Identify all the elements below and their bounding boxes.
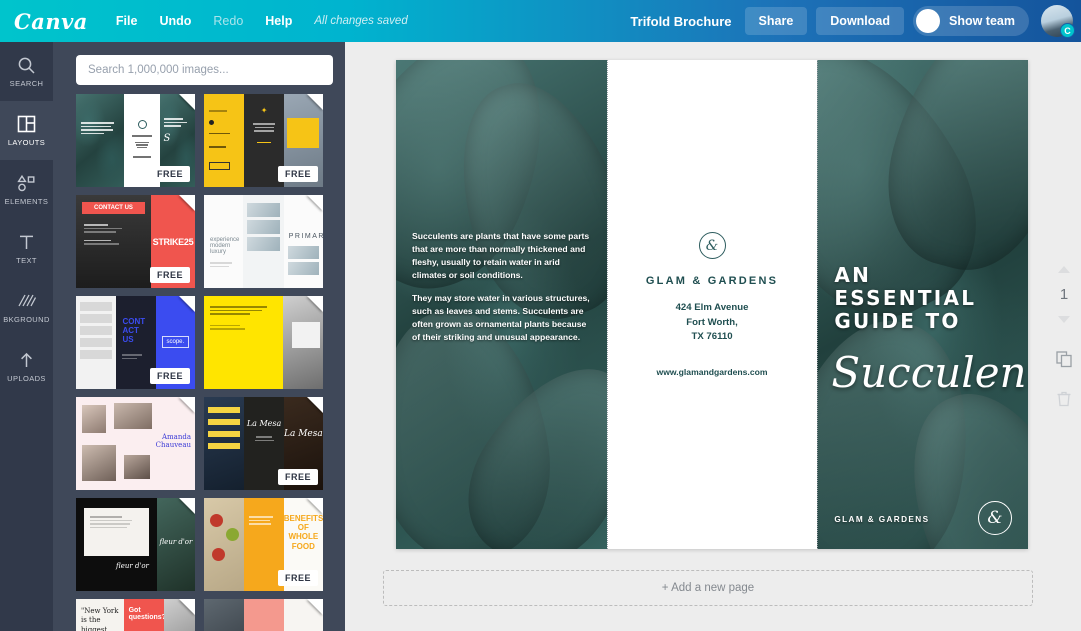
sidebar-item-search[interactable]: SEARCH bbox=[0, 42, 53, 101]
page-number: 1 bbox=[1059, 286, 1069, 303]
address-block: 424 Elm Avenue Fort Worth, TX 76110 bbox=[676, 301, 749, 344]
canva-logo[interactable]: Canva bbox=[14, 9, 88, 34]
sidebar-item-elements[interactable]: ELEMENTS bbox=[0, 160, 53, 219]
chevron-down-icon[interactable] bbox=[1058, 316, 1070, 323]
cover-title: AN ESSENTIAL GUIDE TO bbox=[834, 263, 977, 334]
download-button[interactable]: Download bbox=[816, 7, 904, 35]
add-new-page-label: + Add a new page bbox=[661, 582, 755, 594]
sidebar-label-elements: ELEMENTS bbox=[4, 197, 49, 206]
show-team-toggle[interactable]: Show team bbox=[913, 6, 1029, 36]
cover-title-line-1: AN bbox=[834, 263, 872, 287]
sidebar-item-layouts[interactable]: LAYOUTS bbox=[0, 101, 53, 160]
brochure-panel-right[interactable]: AN ESSENTIAL GUIDE TO Succulents GLAM & … bbox=[817, 60, 1028, 549]
page-controls: 1 bbox=[1047, 42, 1081, 631]
header-actions: Trifold Brochure Share Download Show tea… bbox=[630, 5, 1075, 38]
free-badge: FREE bbox=[149, 368, 190, 384]
avatar[interactable]: C bbox=[1041, 5, 1075, 38]
share-button[interactable]: Share bbox=[744, 7, 808, 35]
website-url: www.glamandgardens.com bbox=[656, 366, 768, 377]
template-thumb-primary[interactable]: experience modern luxury PRIMARY bbox=[204, 195, 323, 288]
ampersand-monogram-icon: & bbox=[698, 232, 726, 260]
sidebar-item-text[interactable]: TEXT bbox=[0, 219, 53, 278]
add-new-page-button[interactable]: + Add a new page bbox=[383, 570, 1033, 606]
text-icon bbox=[17, 232, 36, 252]
template-thumb-la-mesa[interactable]: La Mesa La Mesa FREE bbox=[204, 397, 323, 490]
address-line-3: TX 76110 bbox=[691, 331, 733, 343]
sidebar-label-search: SEARCH bbox=[9, 79, 44, 88]
document-title[interactable]: Trifold Brochure bbox=[630, 14, 731, 29]
template-thumb-fleur-dor[interactable]: fleur d'or fleur d'or bbox=[76, 498, 195, 591]
search-input[interactable] bbox=[88, 64, 321, 76]
layouts-panel: S FREE ✦ bbox=[53, 42, 345, 631]
brochure-panel-center[interactable]: & GLAM & GARDENS 424 Elm Avenue Fort Wor… bbox=[606, 60, 818, 549]
free-badge: FREE bbox=[277, 570, 318, 586]
template-thumb-strike25[interactable]: CONTACT US STRIKE25 FREE bbox=[76, 195, 195, 288]
elements-icon bbox=[16, 173, 37, 193]
template-grid: S FREE ✦ FREE CONTACT US STRIKE25 FREE e… bbox=[76, 94, 324, 631]
menu-item-redo[interactable]: Redo bbox=[213, 14, 243, 28]
free-badge: FREE bbox=[149, 267, 190, 283]
copy-icon[interactable] bbox=[1055, 350, 1073, 368]
sidebar-label-background: BKGROUND bbox=[3, 315, 50, 324]
brochure-panel-left[interactable]: Succulents are plants that have some par… bbox=[396, 60, 607, 549]
cover-title-line-3: GUIDE TO bbox=[834, 309, 961, 334]
menu-item-undo[interactable]: Undo bbox=[159, 14, 191, 28]
template-thumb-pink-interior[interactable] bbox=[204, 599, 323, 631]
template-thumb-summer-blend[interactable] bbox=[204, 296, 323, 389]
address-line-2: Fort Worth, bbox=[686, 316, 738, 328]
background-icon bbox=[17, 291, 36, 311]
template-thumb-whole-food[interactable]: BENEFITS OF WHOLE FOOD FREE bbox=[204, 498, 323, 591]
left-sidebar: SEARCH LAYOUTS ELEMENTS TEXT BKGROUND UP… bbox=[0, 42, 53, 631]
app-header: Canva File Undo Redo Help All changes sa… bbox=[0, 0, 1081, 42]
save-status: All changes saved bbox=[314, 15, 408, 27]
body-paragraph-1: Succulents are plants that have some par… bbox=[412, 231, 590, 281]
search-icon bbox=[17, 55, 36, 75]
free-badge: FREE bbox=[277, 166, 318, 182]
fold-guide bbox=[606, 60, 608, 549]
sidebar-label-layouts: LAYOUTS bbox=[7, 138, 46, 147]
brochure-body-text: Succulents are plants that have some par… bbox=[412, 230, 593, 345]
layouts-icon bbox=[17, 114, 36, 134]
sidebar-item-background[interactable]: BKGROUND bbox=[0, 278, 53, 337]
show-team-label: Show team bbox=[949, 14, 1015, 28]
template-thumb-succulents[interactable]: S FREE bbox=[76, 94, 195, 187]
cover-script-word: Succulents bbox=[831, 348, 1028, 397]
free-badge: FREE bbox=[149, 166, 190, 182]
menu-item-file[interactable]: File bbox=[116, 14, 138, 28]
canvas-area: Succulents are plants that have some par… bbox=[345, 42, 1081, 631]
template-thumb-home-loans[interactable]: ✦ FREE bbox=[204, 94, 323, 187]
fold-guide bbox=[817, 60, 819, 549]
fold-corner bbox=[179, 94, 195, 110]
brand-name: GLAM & GARDENS bbox=[645, 275, 779, 288]
avatar-badge: C bbox=[1060, 23, 1075, 38]
template-thumb-scope[interactable]: CONT ACT US scope. FREE bbox=[76, 296, 195, 389]
free-badge: FREE bbox=[277, 469, 318, 485]
chevron-up-icon[interactable] bbox=[1058, 266, 1070, 273]
template-thumb-amanda-chauveau[interactable]: Amanda Chauveau bbox=[76, 397, 195, 490]
address-line-1: 424 Elm Avenue bbox=[675, 302, 749, 314]
trash-icon[interactable] bbox=[1056, 390, 1072, 408]
sidebar-item-uploads[interactable]: UPLOADS bbox=[0, 337, 53, 396]
template-thumb-new-york[interactable]: "New York is the biggest collection of G… bbox=[76, 599, 195, 631]
design-page[interactable]: Succulents are plants that have some par… bbox=[396, 60, 1028, 549]
cover-footer-brand: GLAM & GARDENS bbox=[834, 515, 930, 524]
sidebar-label-uploads: UPLOADS bbox=[7, 374, 46, 383]
sidebar-label-text: TEXT bbox=[16, 256, 37, 265]
body-paragraph-2: They may store water in various structur… bbox=[412, 293, 590, 343]
main-menu: File Undo Redo Help bbox=[116, 14, 292, 28]
cover-ampersand-icon: & bbox=[977, 501, 1012, 535]
upload-icon bbox=[17, 350, 36, 370]
cover-title-line-2: ESSENTIAL bbox=[834, 286, 977, 311]
search-box[interactable] bbox=[76, 55, 333, 85]
toggle-knob bbox=[916, 9, 940, 33]
menu-item-help[interactable]: Help bbox=[265, 14, 292, 28]
